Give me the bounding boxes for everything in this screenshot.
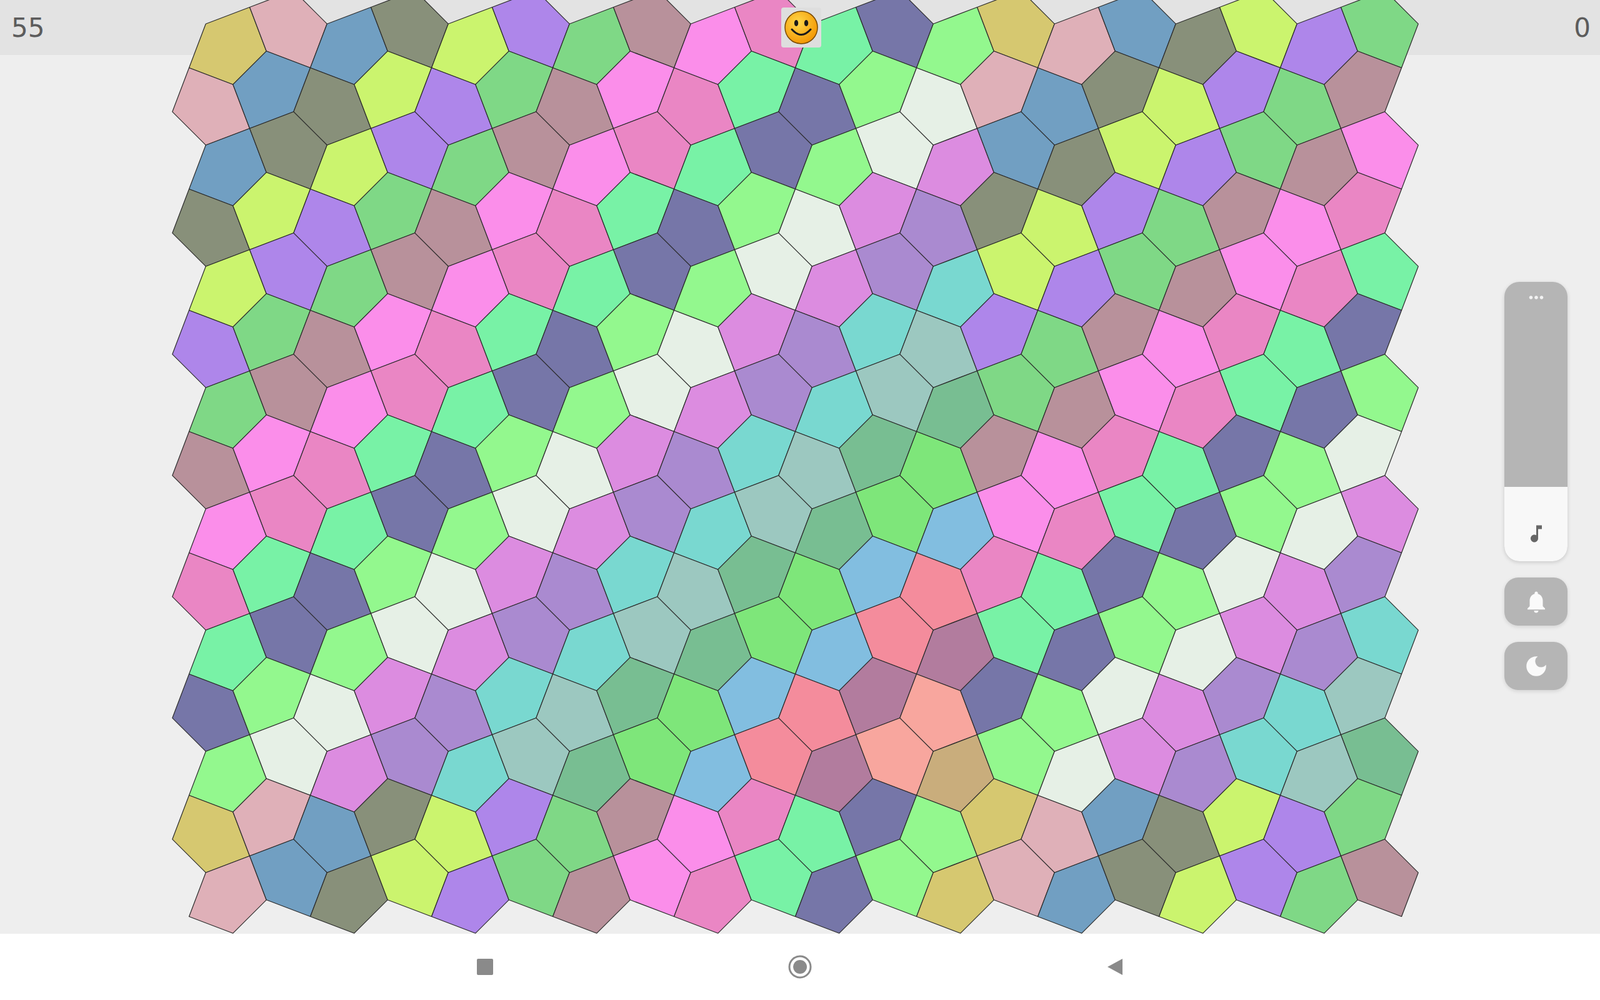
music-note-icon bbox=[1525, 522, 1548, 545]
volume-slider[interactable] bbox=[1504, 281, 1568, 562]
game-screen: 55 0 bbox=[0, 0, 1600, 1000]
home-button[interactable] bbox=[787, 954, 813, 980]
moon-icon bbox=[1523, 653, 1550, 680]
navigation-bar bbox=[0, 933, 1600, 1000]
bell-icon bbox=[1523, 588, 1550, 615]
dark-mode-button[interactable] bbox=[1504, 641, 1568, 690]
ringer-button[interactable] bbox=[1504, 577, 1568, 626]
left-counter: 55 bbox=[11, 12, 45, 44]
recents-button[interactable] bbox=[476, 958, 494, 976]
right-counter: 0 bbox=[1573, 12, 1591, 44]
more-icon bbox=[1525, 286, 1547, 309]
puzzle-board bbox=[0, 0, 1600, 934]
recents-icon bbox=[476, 958, 494, 976]
volume-track[interactable] bbox=[1504, 313, 1568, 562]
home-icon bbox=[787, 954, 813, 980]
face-button[interactable] bbox=[781, 7, 822, 48]
volume-menu[interactable] bbox=[1504, 281, 1568, 314]
volume-fill bbox=[1504, 486, 1568, 562]
smiley-face-icon bbox=[783, 10, 819, 45]
volume-panel bbox=[1504, 281, 1568, 690]
back-button[interactable] bbox=[1106, 957, 1124, 977]
back-icon bbox=[1106, 957, 1124, 977]
